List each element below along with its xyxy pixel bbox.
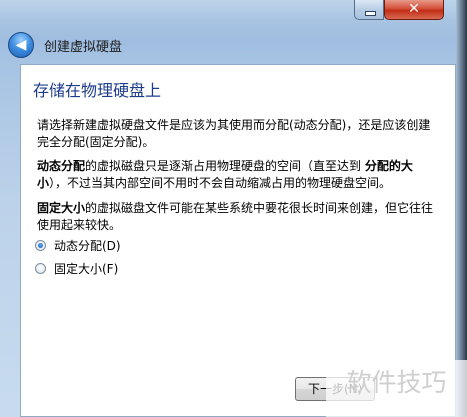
intro-paragraph: 请选择新建虚拟硬盘文件是应该为其使用而分配(动态分配)，还是应该创建完全分配(固… (37, 118, 431, 149)
fixed-text: 的虚拟磁盘文件可能在某些系统中要花很长时间来创建，但它往往使用起来较快。 (37, 201, 434, 232)
dynamic-description: 动态分配的虚拟磁盘只是逐渐占用物理硬盘的空间（直至达到 分配的大小），不过当其内… (37, 158, 437, 192)
close-icon: ✕ (408, 1, 420, 17)
dialog-window: ✕ ◀ 创建虚拟硬盘 存储在物理硬盘上 请选择新建虚拟硬盘文件是应该为其使用而分… (0, 0, 467, 417)
radio-fixed-label[interactable]: 固定大小(F) (54, 260, 118, 277)
desktop-edge (456, 0, 467, 417)
radio-dynamic-label[interactable]: 动态分配(D) (54, 237, 121, 254)
fixed-term: 固定大小 (37, 201, 86, 215)
window-title: 创建虚拟硬盘 (44, 40, 123, 55)
minimize-button[interactable] (354, 0, 384, 20)
watermark: 软件技巧 (326, 360, 467, 417)
dynamic-term: 动态分配 (37, 159, 86, 173)
radio-fixed[interactable]: 固定大小(F) (35, 260, 118, 276)
radio-fixed-button[interactable] (35, 262, 46, 274)
page-heading: 存储在物理硬盘上 (33, 81, 162, 100)
fixed-description: 固定大小的虚拟磁盘文件可能在某些系统中要花很长时间来创建，但它往往使用起来较快。 (37, 200, 437, 234)
back-arrow-icon: ◀ (15, 37, 27, 53)
dynamic-text-2: ），不过当其内部空间不用时不会自动缩减占用的物理硬盘空间。 (49, 176, 392, 190)
dynamic-text-1: 的虚拟磁盘只是逐渐占用物理硬盘的空间（直至达到 (85, 159, 365, 173)
radio-dynamic-button[interactable] (35, 239, 46, 251)
close-button[interactable]: ✕ (384, 0, 444, 20)
radio-dynamic[interactable]: 动态分配(D) (35, 237, 121, 253)
back-button[interactable]: ◀ (8, 32, 34, 58)
